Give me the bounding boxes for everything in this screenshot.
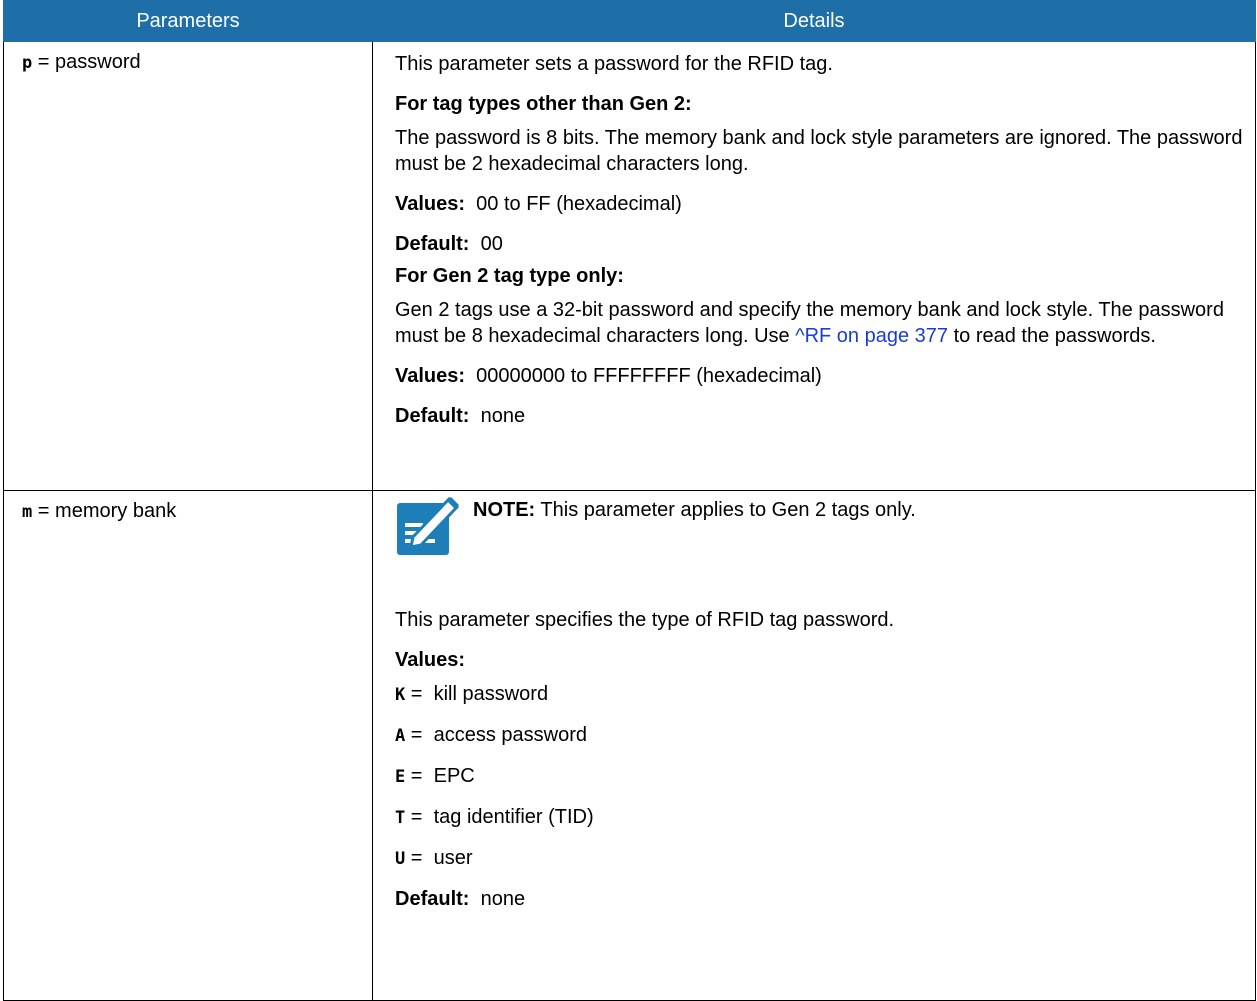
value-desc: access password [433, 724, 588, 746]
param-name: password [55, 51, 141, 73]
value-desc: tag identifier (TID) [433, 806, 594, 828]
param-key: p [22, 53, 33, 73]
section-text: The password is 8 bits. The memory bank … [395, 127, 1243, 175]
table-header-row: Parameters Details [3, 0, 1256, 42]
param-key: m [22, 502, 33, 522]
values-text: 00 to FF (hexadecimal) [476, 193, 682, 215]
values-text: 00000000 to FFFFFFFF (hexadecimal) [476, 365, 822, 387]
section-title: For Gen 2 tag type only: [395, 265, 624, 287]
section-text: Gen 2 tags use a 32-bit password and spe… [395, 297, 1255, 349]
list-item: K = kill password [395, 683, 549, 705]
note-label: NOTE: [473, 499, 536, 521]
list-item: U = user [395, 847, 473, 869]
note-message: This parameter applies to Gen 2 tags onl… [540, 499, 916, 521]
section-text-part: to read the passwords. [948, 325, 1156, 347]
default-text: 00 [480, 233, 503, 255]
value-desc: user [433, 847, 473, 869]
default-text: none [480, 888, 526, 910]
param-cell: m = memory bank [3, 490, 373, 1001]
note-text: NOTE: This parameter applies to Gen 2 ta… [473, 497, 916, 523]
values-list: K = kill password A = access password E … [395, 681, 1255, 872]
list-item: E = EPC [395, 765, 475, 787]
default-line: Default: none [395, 886, 1255, 912]
header-parameters: Parameters [3, 0, 373, 42]
value-key: A [395, 726, 406, 746]
values-line: Values: 00000000 to FFFFFFFF (hexadecima… [395, 363, 1255, 389]
details-cell: This parameter sets a password for the R… [372, 41, 1256, 491]
rf-page-link[interactable]: ^RF on page 377 [795, 325, 948, 347]
values-label: Values: [395, 193, 466, 215]
default-line: Default: 00 [395, 231, 1255, 257]
value-desc: kill password [433, 683, 549, 705]
details-cell: NOTE: This parameter applies to Gen 2 ta… [372, 490, 1256, 1001]
note-pencil-icon [397, 496, 459, 555]
value-key: T [395, 808, 406, 828]
param-name: memory bank [55, 500, 177, 522]
parameters-table: Parameters Details p = password This par… [3, 0, 1256, 1001]
table-row: p = password This parameter sets a passw… [3, 41, 1256, 491]
list-item: T = tag identifier (TID) [395, 806, 594, 828]
header-details: Details [372, 0, 1256, 42]
section-title: For tag types other than Gen 2: [395, 93, 692, 115]
values-line: Values: 00 to FF (hexadecimal) [395, 191, 1255, 217]
list-item: A = access password [395, 724, 588, 746]
default-label: Default: [395, 233, 470, 255]
intro-text: This parameter specifies the type of RFI… [395, 609, 895, 631]
value-desc: EPC [433, 765, 475, 787]
param-cell: p = password [3, 41, 373, 491]
values-label: Values: [395, 365, 466, 387]
value-key: U [395, 849, 406, 869]
default-line: Default: none [395, 403, 1255, 429]
values-label: Values: [395, 649, 466, 671]
default-text: none [480, 405, 526, 427]
value-key: K [395, 685, 406, 705]
default-label: Default: [395, 888, 470, 910]
table-row: m = memory bank NOTE: This parameter app… [3, 490, 1256, 1001]
note-box: NOTE: This parameter applies to Gen 2 ta… [395, 496, 1255, 607]
default-label: Default: [395, 405, 470, 427]
intro-text: This parameter sets a password for the R… [395, 53, 833, 75]
value-key: E [395, 767, 406, 787]
